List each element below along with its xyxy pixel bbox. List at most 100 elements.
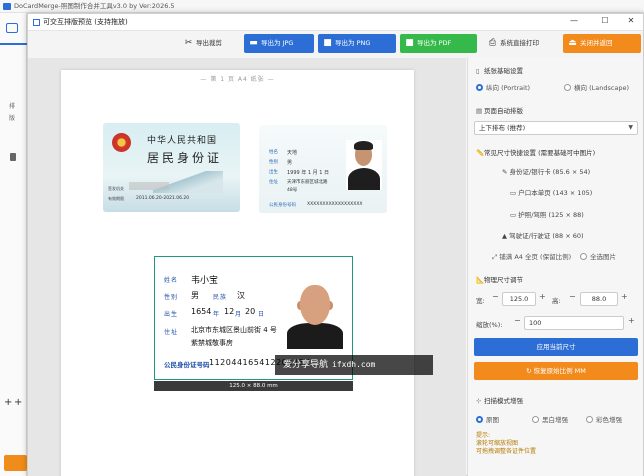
preview-dialog: 可交互排版预览 (支持拖放) — ☐ ✕ ✂ 导出裁剪 ▬ 导出为 JPG ■ … bbox=[27, 13, 644, 476]
preset-idcard[interactable]: ✎ 身份证/银行卡 (85.6 × 54) bbox=[502, 166, 590, 176]
sel-birth-day: 20 bbox=[245, 307, 256, 316]
portrait-radio[interactable]: 纵向 (Portrait) bbox=[476, 82, 530, 92]
export-png-button[interactable]: ■ 导出为 PNG bbox=[318, 34, 396, 53]
folder-icon: ▬ bbox=[249, 38, 258, 48]
layout-section-title: ▤ 页面自动排版 bbox=[476, 105, 523, 115]
export-pdf-label: 导出为 PDF bbox=[417, 39, 452, 47]
save-icon-green: ■ bbox=[405, 38, 414, 48]
sel-ethnic-value: 汉 bbox=[237, 291, 245, 300]
select-all-option[interactable]: 全选图片 bbox=[580, 251, 616, 261]
sidebar-item-2[interactable]: 版 bbox=[9, 113, 15, 122]
close-window-button[interactable]: ✕ bbox=[617, 14, 644, 27]
valid-value: 2011.06.20-2021.06.20 bbox=[136, 196, 190, 201]
plus-icon-2[interactable]: + bbox=[14, 397, 22, 408]
orientation-section-title: ▯ 纸张基础设置 bbox=[476, 65, 523, 75]
scale-input[interactable]: 100 bbox=[524, 316, 624, 330]
width-plus[interactable]: + bbox=[539, 292, 546, 301]
mode-color-radio[interactable]: 彩色增强 bbox=[586, 414, 622, 424]
tip-line-1: 滚轮可缩放视图 bbox=[476, 440, 519, 447]
landscape-radio[interactable]: 横向 (Landscape) bbox=[564, 82, 629, 92]
width-minus[interactable]: − bbox=[492, 292, 499, 301]
size-section-title: 📐物理尺寸调节 bbox=[476, 274, 523, 284]
preset-passport-label: 护照/驾照 (125 × 88) bbox=[518, 211, 584, 219]
back-id-value: XXXXXXXXXXXXXXXXXX bbox=[307, 202, 363, 207]
select-all-label: 全选图片 bbox=[590, 253, 616, 261]
radio-dot-3 bbox=[532, 416, 539, 423]
monitor-icon[interactable] bbox=[6, 23, 18, 33]
mode-bw-radio[interactable]: 黑白增强 bbox=[532, 414, 568, 424]
enhance-title-text: 扫描模式增强 bbox=[484, 397, 523, 405]
export-png-label: 导出为 PNG bbox=[335, 39, 371, 47]
export-pdf-button[interactable]: ■ 导出为 PDF bbox=[400, 34, 477, 53]
agency-label: 签发机关 bbox=[108, 186, 124, 191]
a4-page[interactable]: — 第 1 页 A4 纸张 — 中华人民共和国 居民身份证 签发机关 有效期限 … bbox=[61, 70, 414, 476]
back-addr-label: 住址 bbox=[269, 180, 278, 185]
dialog-icon bbox=[33, 19, 40, 26]
fill-a4-label: 铺满 A4 全页 (保留比例) bbox=[499, 253, 572, 261]
active-indicator bbox=[0, 43, 27, 45]
export-jpg-button[interactable]: ▬ 导出为 JPG bbox=[244, 34, 314, 53]
passport-icon: ▭ bbox=[510, 211, 519, 219]
maximize-button[interactable]: ☐ bbox=[591, 14, 619, 27]
main-window-title-text: DoCardMerge-照图制作合并工具v3.0 by Ver:2026.5 bbox=[14, 2, 175, 10]
reset-ratio-button[interactable]: ↻ 恢复原始比例 MM bbox=[474, 362, 638, 380]
enhance-section-title: ⊹ 扫描模式增强 bbox=[476, 395, 523, 405]
valid-label: 有效期限 bbox=[108, 196, 124, 201]
back-sex-label: 性别 bbox=[269, 160, 278, 165]
radio-dot-2 bbox=[580, 253, 587, 260]
preset-household[interactable]: ▭ 户口本单页 (143 × 105) bbox=[510, 187, 592, 197]
sel-day-unit: 日 bbox=[258, 311, 266, 318]
presets-title-text: 常见尺寸快捷设置 (需要基础可中图片) bbox=[484, 149, 596, 157]
preset-household-label: 户口本单页 (143 × 105) bbox=[518, 189, 593, 197]
sel-addr-line2: 紫禁城敬事房 bbox=[191, 339, 233, 347]
printer-icon: ⎙ bbox=[488, 38, 497, 48]
presets-section-title: 📏常见尺寸快捷设置 (需要基础可中图片) bbox=[476, 147, 595, 157]
watermark-overlay: 爱分享导航 ifxdh.com bbox=[275, 355, 433, 375]
main-action-button[interactable] bbox=[4, 455, 27, 471]
fill-a4-option[interactable]: ⤢ 铺满 A4 全页 (保留比例) bbox=[492, 251, 571, 262]
trash-icon[interactable] bbox=[10, 153, 16, 161]
back-addr-value-2: 48号 bbox=[287, 188, 298, 193]
card-title: 居民身份证 bbox=[147, 151, 223, 165]
plus-icon[interactable]: + bbox=[4, 397, 12, 408]
sidebar-item-1[interactable]: 排 bbox=[9, 101, 15, 110]
apply-size-button[interactable]: 应用当前尺寸 bbox=[474, 338, 638, 356]
layout-title-text: 页面自动排版 bbox=[484, 107, 523, 115]
width-input[interactable]: 125.0 bbox=[502, 292, 536, 306]
country-name: 中华人民共和国 bbox=[147, 136, 218, 146]
exit-icon: ⏏ bbox=[568, 38, 577, 48]
size-title-text: 物理尺寸调节 bbox=[484, 276, 523, 284]
portrait-label: 纵向 (Portrait) bbox=[486, 84, 531, 92]
height-label: 高: bbox=[552, 297, 561, 305]
sel-addr-label: 住址 bbox=[164, 329, 179, 336]
preset-driving[interactable]: ▲ 驾驶证/行驶证 (88 × 60) bbox=[502, 230, 584, 240]
minimize-button[interactable]: — bbox=[560, 14, 588, 27]
radio-dot-4 bbox=[586, 416, 593, 423]
preview-canvas[interactable]: — 第 1 页 A4 纸张 — 中华人民共和国 居民身份证 签发机关 有效期限 … bbox=[28, 58, 466, 476]
preset-passport[interactable]: ▭ 护照/驾照 (125 × 88) bbox=[510, 209, 584, 219]
layout-select[interactable]: 上下排布 (推荐) ▼ bbox=[474, 121, 638, 135]
reset-ratio-label: 恢复原始比例 MM bbox=[533, 367, 586, 375]
back-name-value: 天地 bbox=[287, 150, 298, 156]
close-return-button[interactable]: ⏏ 关闭并返回 bbox=[563, 34, 641, 53]
mode-original-radio[interactable]: 原图 bbox=[476, 414, 499, 424]
cut-button[interactable]: ✂ 导出裁剪 bbox=[179, 34, 241, 53]
scale-minus[interactable]: − bbox=[514, 316, 521, 325]
height-plus[interactable]: + bbox=[621, 292, 628, 301]
main-sidebar: 排 版 + + bbox=[0, 13, 27, 476]
preset-idcard-label: 身份证/银行卡 (85.6 × 54) bbox=[509, 168, 591, 176]
height-input[interactable]: 88.0 bbox=[580, 292, 618, 306]
agency-value-blur bbox=[129, 182, 169, 190]
back-birth-value: 1999 年 1 月 1 日 bbox=[287, 170, 330, 176]
sel-year-unit: 年 bbox=[213, 311, 221, 318]
chevron-down-icon: ▼ bbox=[628, 124, 633, 131]
id-card-front[interactable]: 中华人民共和国 居民身份证 签发机关 有效期限 2011.06.20-2021.… bbox=[103, 123, 240, 212]
print-button[interactable]: ⎙ 系统直接打印 bbox=[483, 34, 560, 53]
scale-plus[interactable]: + bbox=[628, 316, 635, 325]
app-icon bbox=[3, 3, 11, 10]
id-card-back[interactable]: 姓名 天地 性别 男 出生 1999 年 1 月 1 日 住址 天津市东丽区城北… bbox=[259, 125, 387, 213]
back-sex-value: 男 bbox=[287, 160, 293, 166]
resize-icon: 📐 bbox=[476, 276, 485, 284]
height-minus[interactable]: − bbox=[569, 292, 576, 301]
sel-birth-month: 12 bbox=[224, 307, 235, 316]
